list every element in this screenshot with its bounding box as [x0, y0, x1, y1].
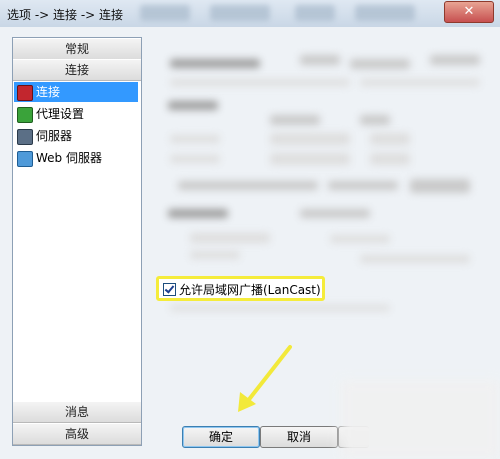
watermark — [340, 380, 500, 459]
